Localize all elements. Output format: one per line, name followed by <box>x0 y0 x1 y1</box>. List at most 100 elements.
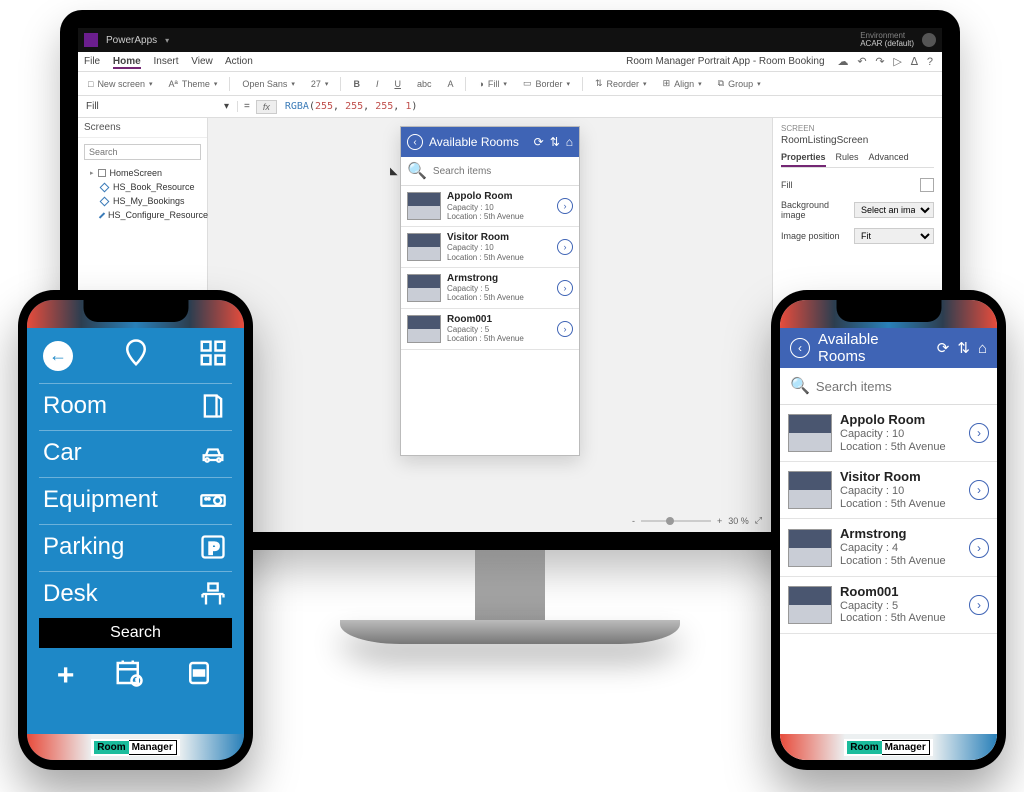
help-icon[interactable]: ? <box>927 56 933 68</box>
room-thumb <box>407 274 441 302</box>
room-thumb <box>788 414 832 452</box>
share-icon[interactable]: ᐃ <box>911 56 919 68</box>
font-picker[interactable]: Open Sans ▾ <box>238 77 299 91</box>
home-icon[interactable]: ⌂ <box>566 135 573 149</box>
room-row[interactable]: Visitor RoomCapacity : 10Location : 5th … <box>780 462 997 519</box>
group-button[interactable]: ⧉ Group ▾ <box>714 76 765 91</box>
img-pos-select[interactable]: Fit <box>854 228 934 244</box>
bold-button[interactable]: B <box>349 77 364 91</box>
theme-button[interactable]: Aª Theme ▾ <box>164 77 221 91</box>
cloud-icon[interactable]: ☁ <box>838 56 849 68</box>
italic-button[interactable]: I <box>372 77 383 91</box>
new-screen-button[interactable]: □ New screen ▾ <box>84 77 156 91</box>
room-info: ArmstrongCapacity : 4Location : 5th Aven… <box>840 527 961 567</box>
room-row[interactable]: Appolo RoomCapacity : 10Location : 5th A… <box>780 405 997 462</box>
fill-button[interactable]: ◑ Fill ▾ <box>474 77 510 91</box>
sort-icon[interactable]: ⇅ <box>550 135 560 149</box>
fx-icon[interactable]: fx <box>256 100 277 114</box>
chevron-right-icon[interactable]: › <box>557 321 573 337</box>
fill-swatch[interactable] <box>920 178 934 192</box>
add-icon[interactable]: + <box>57 659 75 693</box>
room-row[interactable]: Room001Capacity : 5Location : 5th Avenue… <box>401 309 579 350</box>
refresh-icon[interactable]: ⟳ <box>534 135 544 149</box>
tab-properties[interactable]: Properties <box>781 152 826 167</box>
rooms-search[interactable]: 🔍 <box>780 368 997 405</box>
tab-action[interactable]: Action <box>225 56 253 67</box>
back-button[interactable]: ← <box>43 341 73 371</box>
redo-icon[interactable]: ↷ <box>875 56 884 68</box>
font-size[interactable]: 27 ▾ <box>307 77 333 91</box>
location-icon[interactable] <box>121 338 151 373</box>
tree-item[interactable]: HS_Configure_Resource <box>82 208 203 222</box>
formula-input[interactable]: RGBA(255, 255, 255, 1) <box>277 101 426 112</box>
tree-home[interactable]: ▸HomeScreen <box>82 166 203 180</box>
chevron-right-icon[interactable]: › <box>969 480 989 500</box>
room-row[interactable]: ArmstrongCapacity : 5Location : 5th Aven… <box>401 268 579 309</box>
room-row[interactable]: Visitor RoomCapacity : 10Location : 5th … <box>401 227 579 268</box>
bg-image-select[interactable]: Select an image... <box>854 202 934 218</box>
tree-item[interactable]: HS_My_Bookings <box>82 194 203 208</box>
screens-search[interactable] <box>84 144 201 160</box>
undo-icon[interactable]: ↶ <box>857 56 866 68</box>
sort-icon[interactable]: ⇅ <box>957 339 970 357</box>
reorder-button[interactable]: ⇅ Reorder ▾ <box>591 76 651 91</box>
zoom-control[interactable]: - + 30 % ⤢ <box>632 515 762 526</box>
grid-icon[interactable] <box>198 338 228 373</box>
border-button[interactable]: ▭ Border ▾ <box>519 76 574 91</box>
strike-button[interactable]: abc <box>413 77 436 91</box>
selection-arrow-icon: ◣ <box>390 166 398 177</box>
cat-equipment[interactable]: Equipment <box>27 480 244 520</box>
cat-desk[interactable]: Desk <box>27 574 244 614</box>
fit-icon[interactable]: ⤢ <box>755 515 762 526</box>
brand-logo: RoomManager <box>844 739 932 756</box>
property-selector[interactable]: Fill ▾ <box>78 101 238 112</box>
tab-file[interactable]: File <box>84 56 100 67</box>
rooms-search-input[interactable] <box>816 379 987 394</box>
home-icon[interactable]: ⌂ <box>978 340 987 357</box>
room-row[interactable]: ArmstrongCapacity : 4Location : 5th Aven… <box>780 519 997 576</box>
back-icon[interactable]: ‹ <box>790 338 810 358</box>
zoom-out-icon[interactable]: - <box>632 516 635 526</box>
tab-home[interactable]: Home <box>113 56 141 69</box>
play-icon[interactable]: ▷ <box>893 56 901 68</box>
room-thumb <box>407 315 441 343</box>
cat-car[interactable]: Car <box>27 433 244 473</box>
avatar[interactable] <box>922 33 936 47</box>
chevron-right-icon[interactable]: › <box>557 280 573 296</box>
chevron-right-icon[interactable]: › <box>969 423 989 443</box>
refresh-icon[interactable]: ⟳ <box>937 339 950 357</box>
room-row[interactable]: Room001Capacity : 5Location : 5th Avenue… <box>780 577 997 634</box>
titlebar: PowerApps ▾ Environment ACAR (default) <box>78 28 942 52</box>
zoom-in-icon[interactable]: + <box>717 516 722 526</box>
tab-advanced[interactable]: Advanced <box>869 152 909 167</box>
room-info: Visitor RoomCapacity : 10Location : 5th … <box>447 232 551 262</box>
tab-view[interactable]: View <box>191 56 213 67</box>
tab-rules[interactable]: Rules <box>836 152 859 167</box>
search-button[interactable]: Search <box>39 618 232 648</box>
canvas[interactable]: ◣ ‹ Available Rooms ⟳ ⇅ ⌂ 🔍 <box>208 118 772 532</box>
tree-item[interactable]: HS_Book_Resource <box>82 180 203 194</box>
chevron-down-icon[interactable]: ▾ <box>165 36 169 45</box>
search-icon: 🔍 <box>407 161 427 181</box>
waffle-icon[interactable] <box>84 33 98 47</box>
rooms-search[interactable]: 🔍 <box>401 157 579 186</box>
rooms-card[interactable]: ‹ Available Rooms ⟳ ⇅ ⌂ 🔍 Appolo RoomCap… <box>780 328 997 760</box>
back-icon[interactable]: ‹ <box>407 134 423 150</box>
calendar-icon[interactable] <box>114 658 144 693</box>
room-thumb <box>407 192 441 220</box>
environment-picker[interactable]: Environment ACAR (default) <box>860 32 914 48</box>
barcode-icon[interactable] <box>184 658 214 693</box>
tab-insert[interactable]: Insert <box>153 56 178 67</box>
underline-button[interactable]: U <box>390 77 405 91</box>
font-color-button[interactable]: A <box>443 77 457 91</box>
rooms-card[interactable]: ‹ Available Rooms ⟳ ⇅ ⌂ 🔍 Appolo RoomCap… <box>400 126 580 456</box>
chevron-right-icon[interactable]: › <box>557 198 573 214</box>
chevron-right-icon[interactable]: › <box>969 538 989 558</box>
cat-parking[interactable]: ParkingP <box>27 527 244 567</box>
room-row[interactable]: Appolo RoomCapacity : 10Location : 5th A… <box>401 186 579 227</box>
align-button[interactable]: ⊞ Align ▾ <box>659 76 706 91</box>
chevron-right-icon[interactable]: › <box>969 595 989 615</box>
cat-room[interactable]: Room <box>27 386 244 426</box>
chevron-right-icon[interactable]: › <box>557 239 573 255</box>
rooms-search-input[interactable] <box>433 166 573 177</box>
